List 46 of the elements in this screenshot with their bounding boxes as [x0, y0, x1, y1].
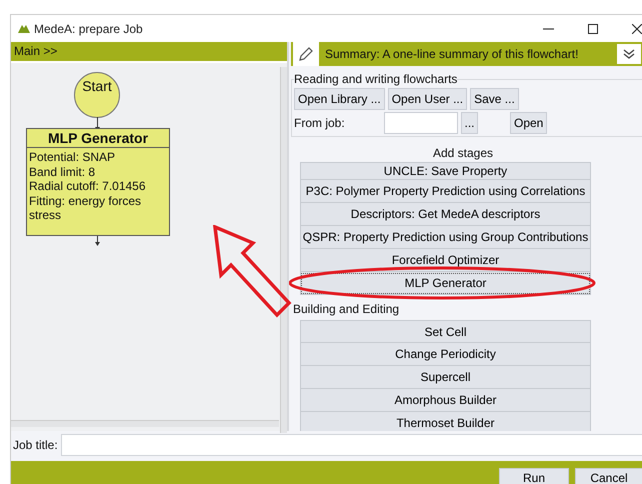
- open-button[interactable]: Open: [510, 112, 548, 134]
- summary-text: Summary: A one-line summary of this flowchart!: [325, 47, 578, 61]
- expand-button[interactable]: [617, 44, 641, 64]
- pencil-icon: [298, 46, 314, 62]
- browse-button[interactable]: ...: [461, 112, 478, 134]
- stage-button[interactable]: UNCLE: Save Property: [300, 162, 591, 180]
- maximize-icon[interactable]: [588, 24, 598, 34]
- stage-button[interactable]: Amorphous Builder: [300, 389, 591, 412]
- stage-parameter: Radial cutoff: 7.01456: [29, 179, 147, 194]
- field-label: Job title:: [13, 438, 58, 452]
- stage-button[interactable]: Set Cell: [300, 320, 591, 343]
- horizontal-scrollbar[interactable]: [11, 420, 279, 427]
- stage-button[interactable]: Descriptors: Get MedeA descriptors: [300, 203, 591, 226]
- connector-arrow: [95, 236, 100, 246]
- minimize-icon[interactable]: [543, 28, 554, 30]
- group-title: Reading and writing flowcharts: [294, 72, 458, 86]
- stage-button[interactable]: Supercell: [300, 366, 591, 389]
- close-icon[interactable]: [632, 24, 642, 34]
- stage-node[interactable]: MLP Generator Potential: SNAP Band limit: 8 Radial cutoff: 7.01456 Fitting: energy forces stress: [26, 128, 170, 236]
- stage-title: MLP Generator: [27, 129, 169, 148]
- toolbar-button[interactable]: Open User ...: [388, 88, 468, 110]
- toolbar-button[interactable]: Open Library ...: [294, 88, 385, 110]
- app-logo-icon: [18, 24, 30, 33]
- stage-button[interactable]: Forcefield Optimizer: [300, 249, 591, 272]
- toolbar-button[interactable]: Save ...: [470, 88, 519, 110]
- stage-button[interactable]: QSPR: Property Prediction using Group Contributions: [300, 226, 591, 249]
- field-label: From job:: [294, 116, 346, 130]
- section-title: Add stages: [432, 146, 494, 160]
- double-chevron-icon: [623, 48, 635, 60]
- input-field[interactable]: [60, 434, 642, 456]
- window-title: MedeA: prepare Job: [34, 22, 143, 36]
- panel-header[interactable]: Main >>: [11, 42, 287, 63]
- stage-button[interactable]: P3C: Polymer Property Prediction using Correlations: [300, 180, 591, 203]
- stage-button[interactable]: MLP Generator: [300, 272, 591, 295]
- footer-button[interactable]: Cancel: [575, 468, 642, 484]
- start-node[interactable]: Start: [74, 72, 120, 118]
- stage-parameter: Fitting: energy forces stress: [29, 194, 142, 222]
- stage-button[interactable]: Thermoset Builder: [300, 412, 591, 431]
- stage-parameter: Potential: SNAP: [29, 150, 116, 164]
- footer-button[interactable]: Run: [499, 468, 569, 484]
- edit-button[interactable]: [293, 42, 319, 66]
- section-title: Building and Editing: [293, 302, 400, 316]
- stage-parameter: Band limit: 8: [29, 164, 96, 179]
- stage-button[interactable]: Change Periodicity: [300, 343, 591, 366]
- vertical-scrollbar[interactable]: [280, 67, 287, 433]
- input-field[interactable]: [384, 112, 458, 134]
